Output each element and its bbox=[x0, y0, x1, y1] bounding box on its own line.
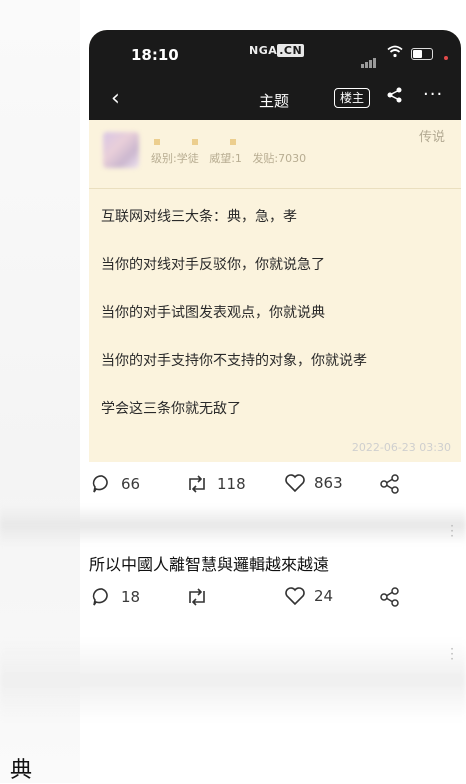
repost-button[interactable]: 118 bbox=[185, 473, 246, 495]
reply-button-2[interactable]: 18 bbox=[91, 586, 140, 608]
phone-screenshot: 18:10 NGA .CN ‹ 主题 楼主 ··· 级别:学徒 威望:1 发贴:7… bbox=[89, 30, 461, 462]
wifi-icon bbox=[387, 45, 403, 62]
comment-icon bbox=[92, 475, 108, 493]
op-only-button[interactable]: 楼主 bbox=[334, 88, 371, 108]
share-icon[interactable] bbox=[386, 86, 404, 108]
nga-logo: NGA .CN bbox=[249, 44, 305, 57]
signal-icon bbox=[361, 49, 377, 68]
share-icon bbox=[380, 474, 399, 494]
blurred-divider bbox=[0, 505, 466, 545]
footer-char: 典 bbox=[10, 758, 33, 783]
blurred-divider-2 bbox=[0, 640, 466, 720]
user-posts: 发贴:7030 bbox=[252, 152, 307, 165]
legend-tag: 传说 bbox=[419, 130, 446, 145]
more-options-icon-2[interactable]: · · · bbox=[450, 643, 454, 665]
post-timestamp: 2022-06-23 03:30 bbox=[351, 441, 451, 454]
post-line: 当你的对手支持你不支持的对象，你就说孝 bbox=[101, 353, 367, 369]
user-level: 级别:学徒 bbox=[151, 152, 199, 165]
post-body: 互联网对线三大条：典，急，孝 当你的对线对手反驳你，你就说急了 当你的对手试图发… bbox=[89, 189, 461, 419]
avatar[interactable] bbox=[103, 132, 139, 168]
more-options-icon[interactable]: · · · bbox=[450, 520, 454, 542]
reply-button[interactable]: 66 bbox=[91, 473, 140, 495]
nav-bar: ‹ 主题 楼主 ··· bbox=[89, 80, 461, 120]
share-button-2[interactable] bbox=[379, 586, 409, 608]
post-line: 互联网对线三大条：典，急，孝 bbox=[101, 209, 297, 225]
reply-count-2: 18 bbox=[121, 588, 141, 606]
post-line: 当你的对手试图发表观点，你就说典 bbox=[101, 305, 325, 321]
repost-icon bbox=[189, 588, 205, 606]
notification-dot bbox=[444, 56, 448, 60]
nav-title: 主题 bbox=[259, 92, 290, 110]
user-info: 级别:学徒 威望:1 发贴:7030 传说 bbox=[89, 120, 461, 189]
like-count-2: 24 bbox=[314, 587, 334, 605]
like-count: 863 bbox=[314, 474, 343, 492]
like-button[interactable]: 863 bbox=[284, 473, 343, 493]
post-line: 学会这三条你就无敌了 bbox=[101, 401, 241, 417]
repost-icon bbox=[189, 475, 205, 493]
repost-button-2[interactable] bbox=[185, 586, 217, 608]
comment-text: 所以中國人離智慧與邏輯越來越遠 bbox=[89, 555, 330, 574]
user-prestige: 威望:1 bbox=[209, 152, 242, 165]
user-meta: 级别:学徒 威望:1 发贴:7030 bbox=[151, 150, 306, 166]
username-redacted bbox=[154, 130, 268, 149]
share-icon bbox=[380, 587, 399, 607]
heart-icon bbox=[285, 474, 305, 493]
battery-icon bbox=[411, 48, 433, 60]
heart-icon bbox=[285, 587, 305, 606]
more-menu-icon[interactable]: ··· bbox=[423, 84, 443, 105]
action-bar-2: 18 24 bbox=[89, 586, 429, 612]
repost-count: 118 bbox=[217, 475, 246, 493]
comment-icon bbox=[92, 588, 108, 606]
status-time: 18:10 bbox=[131, 46, 179, 64]
status-bar: 18:10 NGA .CN bbox=[89, 30, 461, 80]
action-bar: 66 118 863 bbox=[89, 473, 429, 499]
share-button[interactable] bbox=[379, 473, 409, 495]
reply-count: 66 bbox=[121, 475, 141, 493]
post-line: 当你的对线对手反驳你，你就说急了 bbox=[101, 257, 325, 273]
back-chevron-icon[interactable]: ‹ bbox=[111, 86, 120, 111]
like-button-2[interactable]: 24 bbox=[284, 586, 333, 606]
